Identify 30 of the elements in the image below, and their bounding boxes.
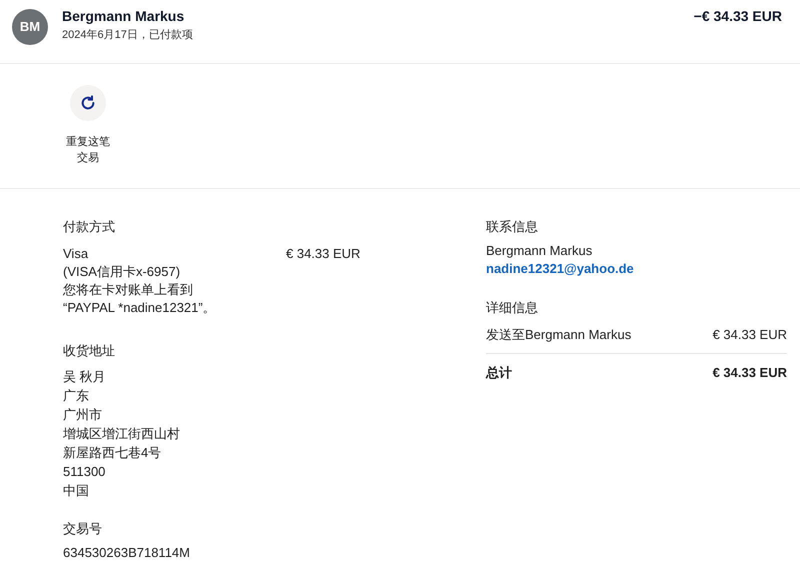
total-amount: € 34.33 EUR: [712, 364, 787, 382]
payment-method-line: “PAYPAL *nadine12321”。: [63, 299, 217, 317]
repeat-transaction-button[interactable]: 重复这笔交易: [62, 85, 114, 188]
payment-method-line: Visa: [63, 245, 90, 263]
transaction-date-status: 2024年6月17日，已付款项: [62, 28, 193, 43]
transaction-amount: −€ 34.33 EUR: [694, 7, 782, 25]
detail-amount: € 34.33 EUR: [712, 326, 787, 344]
payment-method-line: (VISA信用卡x-6957): [63, 263, 182, 281]
contact-name: Bergmann Markus: [486, 242, 594, 260]
email-link[interactable]: nadine12321@yahoo.de: [486, 260, 634, 278]
address-line: 新屋路西七巷4号: [63, 444, 162, 462]
section-heading: 交易号: [63, 520, 103, 538]
address-line: 中国: [63, 482, 90, 500]
address-line: 广东: [63, 387, 90, 405]
avatar: BM: [12, 9, 48, 45]
section-heading: 联系信息: [486, 218, 539, 236]
total-label: 总计: [486, 364, 512, 382]
section-heading: 收货地址: [63, 342, 116, 360]
detail-label: 发送至Bergmann Markus: [486, 326, 632, 344]
section-heading: 付款方式: [63, 218, 116, 236]
payee-name: Bergmann Markus: [62, 7, 186, 25]
section-heading: 详细信息: [486, 299, 539, 317]
address-line: 增城区增江街西山村: [63, 425, 181, 443]
payment-amount: € 34.33 EUR: [286, 245, 360, 263]
refresh-icon: [80, 95, 96, 111]
transaction-id: 634530263B718114M: [63, 544, 191, 562]
payment-method-line: 您将在卡对账单上看到: [63, 281, 194, 299]
address-line: 吴 秋月: [63, 368, 107, 386]
address-line: 广州市: [63, 406, 103, 424]
address-line: 511300: [63, 463, 106, 481]
